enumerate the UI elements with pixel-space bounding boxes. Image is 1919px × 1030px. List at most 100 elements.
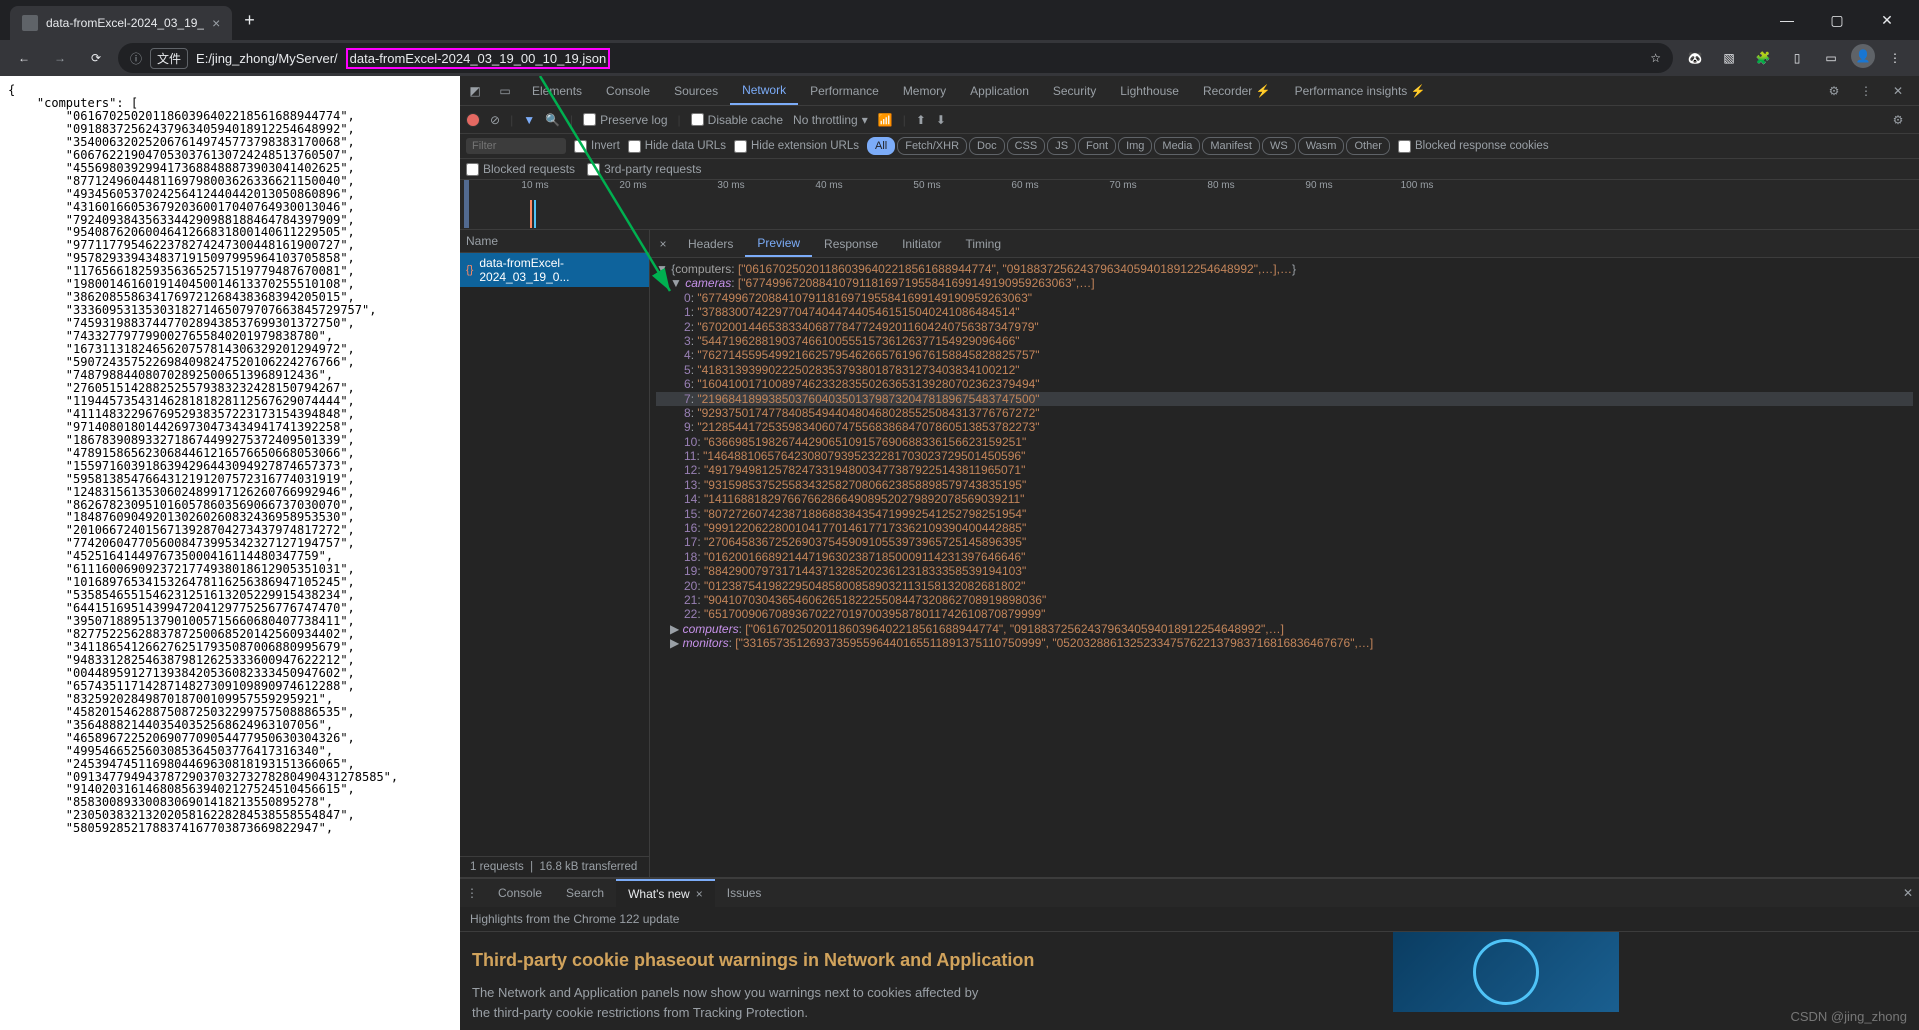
preserve-log-checkbox[interactable]: Preserve log (583, 113, 667, 127)
filter-pill-all[interactable]: All (867, 137, 895, 155)
reload-button[interactable]: ⟳ (82, 44, 110, 72)
filter-pill-font[interactable]: Font (1078, 137, 1116, 155)
timeline-tick: 80 ms (1207, 180, 1234, 191)
network-toolbar: ⊘ | ▼ 🔍 | Preserve log | Disable cache N… (460, 106, 1919, 134)
json-file-viewer[interactable]: { "computers": [ "0616702502011860396402… (0, 76, 460, 1030)
devtools-tab-recorder[interactable]: Recorder ⚡ (1191, 76, 1283, 105)
close-preview-icon[interactable]: × (650, 237, 676, 251)
devtools-tab-elements[interactable]: Elements (520, 76, 594, 105)
hide-ext-urls-checkbox[interactable]: Hide extension URLs (734, 140, 859, 153)
whats-new-image (1393, 932, 1619, 1012)
minimize-button[interactable]: — (1765, 5, 1809, 35)
invert-checkbox[interactable]: Invert (574, 140, 620, 153)
filter-pill-doc[interactable]: Doc (969, 137, 1005, 155)
hide-data-urls-checkbox[interactable]: Hide data URLs (628, 140, 726, 153)
star-icon[interactable]: ☆ (1650, 51, 1661, 65)
timeline-tick: 90 ms (1305, 180, 1332, 191)
device-icon[interactable]: ▭ (490, 84, 520, 98)
preview-tab-headers[interactable]: Headers (676, 230, 745, 257)
request-row[interactable]: {} data-fromExcel-2024_03_19_0... (460, 253, 649, 287)
new-tab-button[interactable]: + (244, 10, 255, 31)
more-icon[interactable]: ⋮ (1851, 84, 1881, 98)
filter-pill-other[interactable]: Other (1346, 137, 1390, 155)
back-button[interactable]: ← (10, 44, 38, 72)
devtools-tab-security[interactable]: Security (1041, 76, 1108, 105)
preview-tab-initiator[interactable]: Initiator (890, 230, 953, 257)
close-tab-icon[interactable]: × (212, 15, 220, 31)
devtools-tab-lighthouse[interactable]: Lighthouse (1108, 76, 1191, 105)
drawer-tab-issues[interactable]: Issues (715, 879, 774, 907)
devtools-tab-sources[interactable]: Sources (662, 76, 730, 105)
preview-pane: × HeadersPreviewResponseInitiatorTiming … (650, 230, 1919, 877)
timeline-ruler: 10 ms20 ms30 ms40 ms50 ms60 ms70 ms80 ms… (460, 180, 1919, 198)
filter-icon[interactable]: ▼ (523, 113, 535, 127)
drawer-menu-icon[interactable]: ⋮ (466, 886, 478, 900)
filter-pill-fetchxhr[interactable]: Fetch/XHR (897, 137, 967, 155)
net-gear-icon[interactable]: ⚙ (1883, 113, 1913, 127)
preview-tab-preview[interactable]: Preview (745, 230, 812, 257)
devtools-tab-network[interactable]: Network (730, 76, 798, 105)
network-timeline[interactable]: 10 ms20 ms30 ms40 ms50 ms60 ms70 ms80 ms… (460, 180, 1919, 230)
chevron-down-icon: ▾ (862, 113, 868, 127)
request-list: Name {} data-fromExcel-2024_03_19_0... 1… (460, 230, 650, 877)
inspect-icon[interactable]: ◩ (460, 84, 490, 98)
filter-pill-ws[interactable]: WS (1262, 137, 1296, 155)
filter-pill-css[interactable]: CSS (1007, 137, 1046, 155)
devtools-tab-performanceinsights[interactable]: Performance insights ⚡ (1283, 76, 1438, 105)
preview-tab-timing[interactable]: Timing (953, 230, 1013, 257)
devtools-tab-memory[interactable]: Memory (891, 76, 958, 105)
name-column-header[interactable]: Name (460, 230, 649, 253)
browser-tab[interactable]: data-fromExcel-2024_03_19_ × (10, 6, 232, 40)
drawer-tabs: ⋮ ConsoleSearchWhat's new×Issues ✕ (460, 879, 1919, 907)
devtools-tab-console[interactable]: Console (594, 76, 662, 105)
devtools-tabs: ElementsConsoleSourcesNetworkPerformance… (520, 76, 1438, 105)
filter-pill-wasm[interactable]: Wasm (1298, 137, 1345, 155)
drawer-tab-console[interactable]: Console (486, 879, 554, 907)
json-file-icon: {} (466, 264, 473, 276)
filter-pill-img[interactable]: Img (1118, 137, 1152, 155)
record-button[interactable] (466, 113, 480, 127)
preview-json-tree[interactable]: ▼ {computers: ["061670250201186039640221… (650, 258, 1919, 877)
upload-icon[interactable]: ⬆ (916, 113, 926, 127)
close-window-button[interactable]: ✕ (1865, 5, 1909, 35)
puzzle-icon[interactable]: 🧩 (1749, 44, 1777, 72)
preview-tab-response[interactable]: Response (812, 230, 890, 257)
devtools-tab-performance[interactable]: Performance (798, 76, 891, 105)
menu-icon[interactable]: ⋮ (1881, 44, 1909, 72)
clear-icon[interactable]: ⊘ (490, 113, 500, 127)
forward-button[interactable]: → (46, 44, 74, 72)
filter-bar: Invert Hide data URLs Hide extension URL… (460, 134, 1919, 159)
preview-tabs: × HeadersPreviewResponseInitiatorTiming (650, 230, 1919, 258)
blocked-requests-checkbox[interactable]: Blocked requests (466, 162, 575, 176)
gear-icon[interactable]: ⚙ (1819, 84, 1849, 98)
filter-input[interactable] (466, 138, 566, 154)
blocked-cookies-checkbox[interactable]: Blocked response cookies (1398, 140, 1549, 153)
request-name: data-fromExcel-2024_03_19_0... (479, 256, 643, 284)
close-drawer-icon[interactable]: ✕ (1903, 886, 1913, 900)
panda-icon[interactable]: 🐼 (1681, 44, 1709, 72)
filter-pill-manifest[interactable]: Manifest (1202, 137, 1260, 155)
close-devtools-icon[interactable]: ✕ (1883, 84, 1913, 98)
disable-cache-checkbox[interactable]: Disable cache (691, 113, 783, 127)
battery-icon[interactable]: ▭ (1817, 44, 1845, 72)
third-party-checkbox[interactable]: 3rd-party requests (587, 162, 701, 176)
filter-pill-js[interactable]: JS (1047, 137, 1076, 155)
window-icon[interactable]: ▯ (1783, 44, 1811, 72)
profile-icon[interactable]: 👤 (1851, 44, 1875, 68)
devtools-tab-application[interactable]: Application (958, 76, 1041, 105)
search-icon[interactable]: 🔍 (545, 113, 560, 127)
file-icon (22, 15, 38, 31)
extension-icon[interactable]: ▧ (1715, 44, 1743, 72)
devtools-panel: ◩ ▭ ElementsConsoleSourcesNetworkPerform… (460, 76, 1919, 1030)
wifi-icon[interactable]: 📶 (878, 113, 893, 127)
info-icon[interactable]: ⓘ (130, 50, 142, 67)
drawer-tab-search[interactable]: Search (554, 879, 616, 907)
download-icon[interactable]: ⬇ (936, 113, 946, 127)
maximize-button[interactable]: ▢ (1815, 5, 1859, 35)
url-path-prefix: E:/jing_zhong/MyServer/ (196, 51, 338, 66)
filter-pill-media[interactable]: Media (1154, 137, 1200, 155)
drawer-tab-whatsnew[interactable]: What's new× (616, 879, 715, 907)
throttling-select[interactable]: No throttling ▾ (793, 113, 868, 127)
window-title-bar: data-fromExcel-2024_03_19_ × + — ▢ ✕ (0, 0, 1919, 40)
url-input[interactable]: ⓘ 文件 E:/jing_zhong/MyServer/data-fromExc… (118, 43, 1673, 73)
